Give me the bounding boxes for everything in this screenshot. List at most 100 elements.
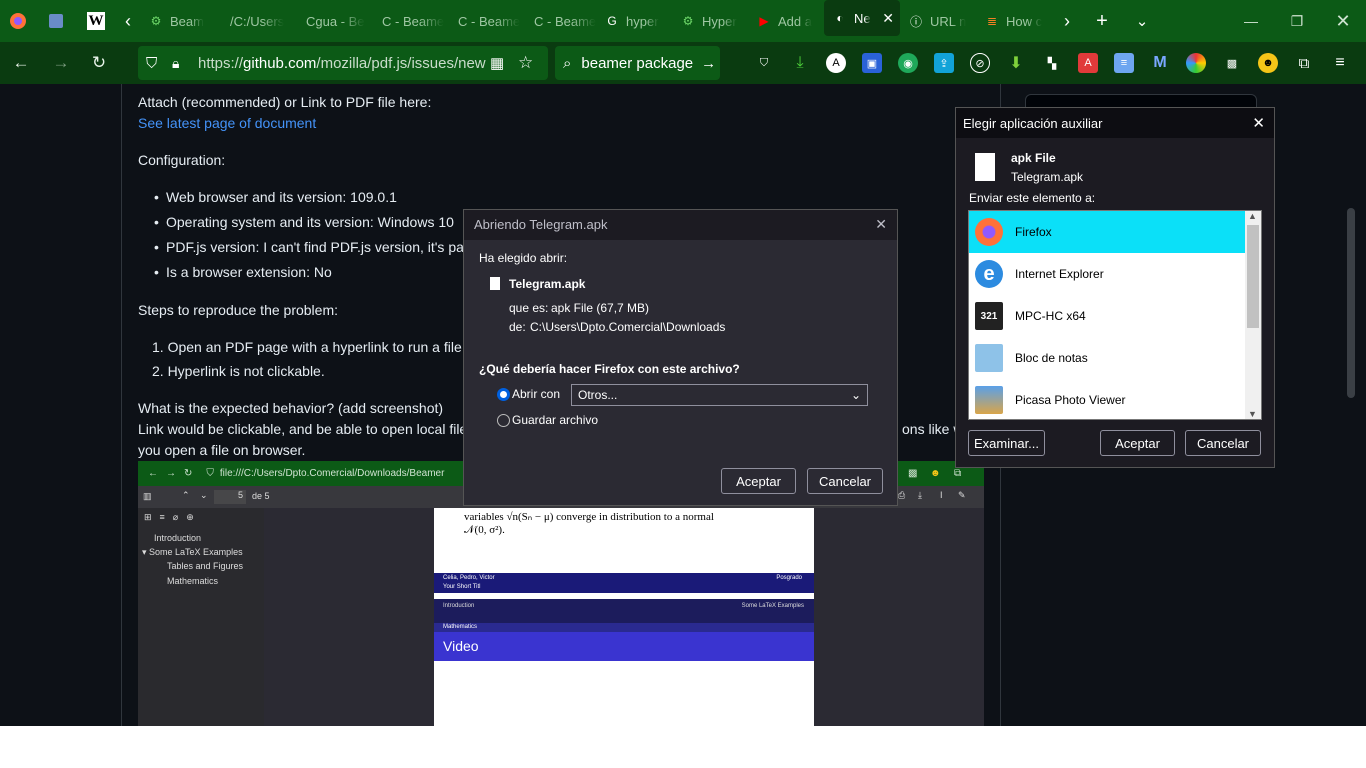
minimize-icon[interactable]: — [1228, 0, 1274, 42]
extension-emoji-icon[interactable]: ☻ [1258, 53, 1278, 73]
tab-4[interactable]: C - Beame [368, 0, 444, 42]
tab-label: Add a [778, 13, 812, 29]
page-count: de 5 [252, 491, 270, 501]
save-file-radio[interactable] [497, 414, 510, 427]
extension-a-icon[interactable]: A [826, 53, 846, 73]
search-text: beamer package [581, 54, 694, 72]
back-icon[interactable]: ← [0, 42, 42, 84]
info-icon: ⓘ [909, 14, 922, 29]
extension-color-icon[interactable] [1186, 53, 1206, 73]
app-notepad[interactable]: Bloc de notas [969, 337, 1245, 379]
outline-item: Introduction [154, 533, 202, 543]
close-icon[interactable]: ✕ [875, 216, 887, 233]
new-tab-icon[interactable]: + [1082, 0, 1122, 42]
maximize-icon[interactable]: ❐ [1274, 0, 1320, 42]
open-with-radio[interactable] [497, 388, 510, 401]
extension-m-icon[interactable]: M [1150, 53, 1170, 73]
scrollbar-thumb[interactable] [1247, 225, 1259, 328]
tab-6[interactable]: C - Beame [520, 0, 596, 42]
extension-green-icon[interactable]: ◉ [898, 53, 918, 73]
draw-tool-icon: ✎ [958, 490, 966, 500]
pinned-tab-icon[interactable] [36, 0, 76, 42]
prev-page-icon: ⌃ [182, 490, 190, 500]
chevron-up-icon[interactable]: ▲ [1248, 211, 1257, 221]
extension-qr-icon[interactable]: ▩ [1222, 53, 1242, 73]
extension-blue-icon[interactable]: ▣ [862, 53, 882, 73]
close-window-icon[interactable]: ✕ [1320, 0, 1366, 42]
app-mpc-hc[interactable]: 321 MPC-HC x64 [969, 295, 1245, 337]
lock-icon[interactable]: 🔒︎ [172, 55, 179, 72]
beamer-nav-section: Some LaTeX Examples [741, 603, 804, 609]
url-text: https://github.com/mozilla/pdf.js/issues… [198, 54, 486, 72]
see-latest-link[interactable]: See latest page of document [138, 115, 316, 131]
go-arrow-icon[interactable]: → [701, 55, 716, 72]
tab-favicon [452, 13, 454, 29]
tab-2[interactable]: /C:/Users [216, 0, 292, 42]
tabs-scroll-left-icon[interactable]: ‹ [116, 0, 140, 42]
tab-7[interactable]: Ghyper [596, 0, 672, 42]
tab-9[interactable]: ▶ Add a [748, 0, 824, 42]
extension-download-icon[interactable]: ⬇ [1006, 53, 1026, 73]
browse-button[interactable]: Examinar... [968, 430, 1045, 456]
close-icon[interactable]: ✕ [1252, 114, 1265, 132]
extension-teal-icon[interactable]: ⇪ [934, 53, 954, 73]
type-value: apk File (67,7 MB) [551, 301, 650, 315]
close-tab-icon[interactable]: ✕ [882, 10, 894, 27]
app-internet-explorer[interactable]: e Internet Explorer [969, 253, 1245, 295]
beamer-institute: Posgrado [776, 575, 802, 581]
taskbar-area [0, 726, 1366, 768]
app-picasa[interactable]: Picasa Photo Viewer [969, 379, 1245, 419]
shield-icon: ⛉ [206, 468, 214, 479]
tabs-scroll-right-icon[interactable]: › [1052, 0, 1082, 42]
divider [121, 84, 122, 726]
app-select[interactable]: Otros... ⌄ [571, 384, 868, 406]
app-label: Firefox [1015, 225, 1052, 239]
url-bar[interactable]: ⛉ 🔒︎ https://github.com/mozilla/pdf.js/i… [138, 46, 548, 80]
app-label: MPC-HC x64 [1015, 309, 1086, 323]
accept-button[interactable]: Aceptar [1100, 430, 1175, 456]
chevron-down-icon[interactable]: ▼ [1248, 409, 1257, 419]
app-label: Internet Explorer [1015, 267, 1104, 281]
tab-label: C - Beame [382, 13, 444, 29]
bookmark-star-icon[interactable]: ☆ [518, 53, 533, 73]
save-file-label: Guardar archivo [512, 413, 599, 427]
pdf-text: variables √n(Sₙ − μ) converge in distrib… [464, 511, 714, 523]
shield-icon[interactable]: ⛉ [146, 55, 157, 72]
tab-3[interactable]: Cgua - Be [292, 0, 368, 42]
forward-icon[interactable]: → [42, 42, 80, 84]
back-icon: ← [148, 468, 158, 479]
tab-favicon [376, 13, 378, 29]
extension-grid-icon[interactable]: ▚ [1042, 53, 1062, 73]
downloads-icon[interactable]: ⤓ [790, 53, 810, 73]
app-firefox[interactable]: Firefox [969, 211, 1245, 253]
accept-button[interactable]: Aceptar [721, 468, 796, 494]
page-scrollbar[interactable] [1347, 208, 1355, 398]
wikipedia-tab-icon[interactable]: W [76, 0, 116, 42]
tab-11[interactable]: ⓘ URL n [900, 0, 976, 42]
firefox-menu-icon[interactable] [0, 0, 36, 42]
list-scrollbar[interactable]: ▲ ▼ [1245, 211, 1261, 419]
extension-pdf-icon[interactable]: A [1078, 53, 1098, 73]
forward-icon: → [166, 468, 176, 479]
extension-doc-icon[interactable]: ≡ [1114, 53, 1134, 73]
extension-gauge-icon[interactable]: ⊘ [970, 53, 990, 73]
reload-icon[interactable]: ↻ [80, 42, 118, 84]
tab-1[interactable]: ⚙ Beam [140, 0, 216, 42]
pocket-icon[interactable]: ⛉ [754, 53, 774, 73]
reader-view-icon[interactable]: ▦ [490, 54, 504, 72]
dialog-title: Abriendo Telegram.apk [464, 210, 897, 240]
extensions-puzzle-icon[interactable]: ⧉ [1294, 53, 1314, 73]
tab-5[interactable]: C - Beame [444, 0, 520, 42]
list-tabs-icon[interactable]: ⌄ [1122, 0, 1162, 42]
hamburger-menu-icon[interactable]: ≡ [1330, 53, 1350, 73]
cancel-button[interactable]: Cancelar [807, 468, 883, 494]
tab-label: Cgua - Be [306, 13, 365, 29]
file-icon [490, 277, 500, 290]
search-bar[interactable]: ⌕ beamer package → [555, 46, 720, 80]
tab-12[interactable]: ≣ How c [976, 0, 1052, 42]
cancel-button[interactable]: Cancelar [1185, 430, 1261, 456]
tab-10[interactable]: ◐ Ne ✕ [824, 0, 900, 36]
beamer-subsection: Mathematics [434, 623, 814, 632]
tab-8[interactable]: ⚙ Hyper [672, 0, 748, 42]
tab-favicon [224, 13, 226, 29]
